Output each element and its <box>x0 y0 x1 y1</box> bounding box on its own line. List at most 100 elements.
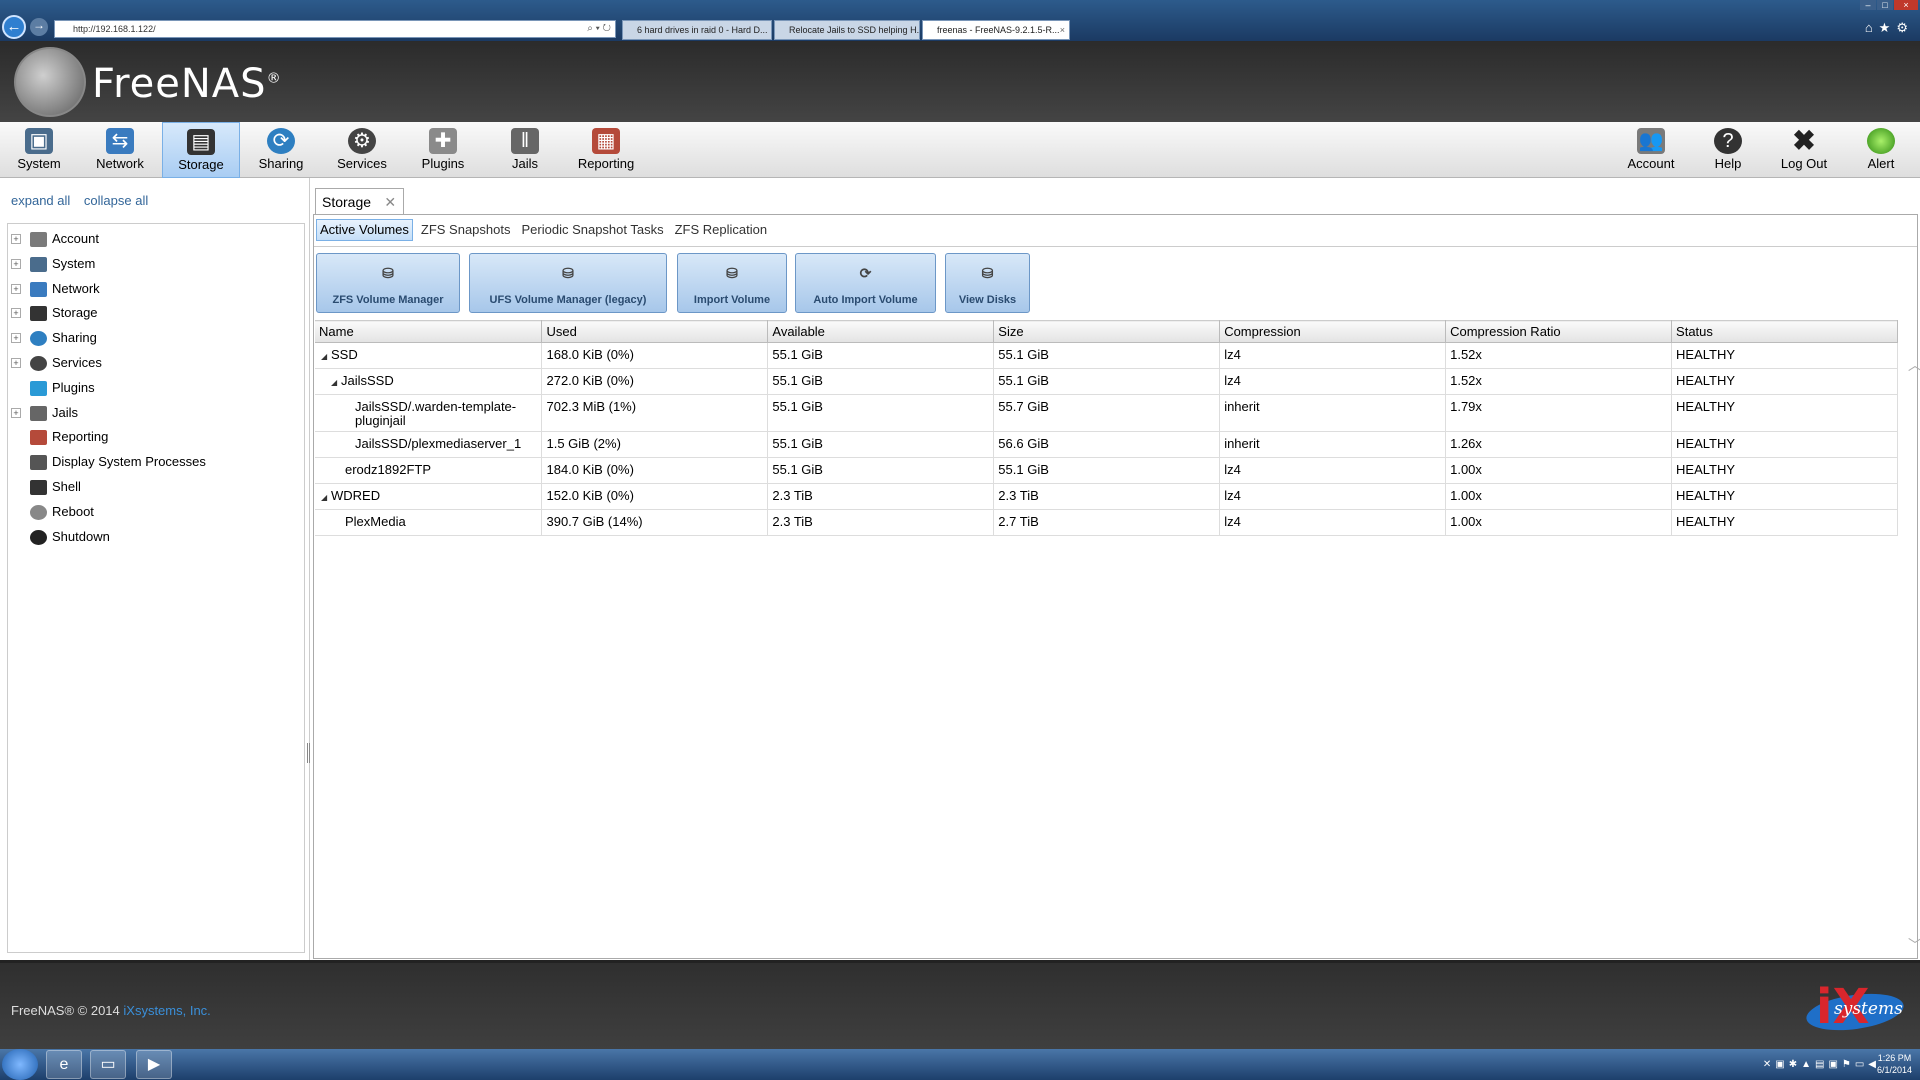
forward-button[interactable]: → <box>30 18 48 36</box>
tree-item-account[interactable]: + Account <box>8 228 304 253</box>
tree-item-plugins[interactable]: Plugins <box>8 377 304 402</box>
toolbar-network[interactable]: ⇆ Network <box>88 122 152 178</box>
cell-ratio: 1.52x <box>1445 368 1673 395</box>
browser-tab-1[interactable]: 6 hard drives in raid 0 - Hard D... <box>622 20 772 40</box>
column-header-status[interactable]: Status <box>1671 320 1898 343</box>
media-player-icon[interactable]: ▶ <box>136 1050 172 1079</box>
address-bar[interactable]: http://192.168.1.122/ ⌕ ▾ ↻ <box>54 20 616 38</box>
browser-tab-label: Relocate Jails to SSD helping H... <box>789 25 920 35</box>
tab-storage[interactable]: Storage ✕ <box>315 188 405 215</box>
tree-item-display-system-processes[interactable]: Display System Processes <box>8 451 304 476</box>
expand-icon[interactable]: + <box>11 283 21 294</box>
zfs-volume-manager-button[interactable]: ⛁ ZFS Volume Manager <box>316 253 460 313</box>
subtab-periodic-snapshot-tasks[interactable]: Periodic Snapshot Tasks <box>518 220 666 242</box>
table-row[interactable]: erodz1892FTP 184.0 KiB (0%) 55.1 GiB 55.… <box>315 457 1898 484</box>
collapse-triangle-icon[interactable]: ◢ <box>331 376 341 390</box>
maximize-icon[interactable]: □ <box>1877 0 1893 10</box>
view-disks-button[interactable]: ⛁ View Disks <box>945 253 1030 313</box>
browser-chrome: ← → http://192.168.1.122/ ⌕ ▾ ↻ 6 hard d… <box>0 0 1920 41</box>
cell-status: HEALTHY <box>1671 509 1898 536</box>
browser-home-favorites-gear-icon[interactable]: ⌂★⚙ <box>1865 20 1914 36</box>
import-volume-button[interactable]: ⛁ Import Volume <box>677 253 787 313</box>
auto-import-volume-button[interactable]: ⟳ Auto Import Volume <box>795 253 936 313</box>
tree-item-storage[interactable]: + Storage <box>8 302 304 327</box>
toolbar-account[interactable]: 👥 Account <box>1620 122 1682 178</box>
cell-compression: lz4 <box>1219 509 1447 536</box>
back-button[interactable]: ← <box>2 15 26 39</box>
toolbar-services[interactable]: ⚙ Services <box>330 122 394 178</box>
tree-item-jails[interactable]: + Jails <box>8 402 304 427</box>
collapse-all-link[interactable]: collapse all <box>84 193 148 208</box>
toolbar-reporting[interactable]: ▦ Reporting <box>570 122 642 178</box>
toolbar-jails[interactable]: ‖ Jails <box>500 122 550 178</box>
expand-all-link[interactable]: expand all <box>11 193 70 208</box>
os-taskbar: e ▭ ▶ ✕▣✱▲▤▣⚑▭◀ 1:26 PM 6/1/2014 <box>0 1049 1920 1080</box>
ufs-volume-manager-button[interactable]: ⛁ UFS Volume Manager (legacy) <box>469 253 667 313</box>
internet-explorer-icon[interactable]: e <box>46 1050 82 1079</box>
tree-item-shell[interactable]: Shell <box>8 476 304 501</box>
table-row[interactable]: ◢ JailsSSD 272.0 KiB (0%) 55.1 GiB 55.1 G… <box>315 368 1898 395</box>
tree-item-system[interactable]: + System <box>8 253 304 278</box>
subtab-zfs-replication[interactable]: ZFS Replication <box>672 220 770 242</box>
tree-item-network[interactable]: + Network <box>8 278 304 303</box>
system-tray-icons[interactable]: ✕▣✱▲▤▣⚑▭◀ <box>1763 1059 1880 1070</box>
disk-search-icon: ⛁ <box>981 265 994 281</box>
toolbar-sharing[interactable]: ⟳ Sharing <box>250 122 312 178</box>
expand-icon[interactable]: + <box>11 258 21 269</box>
table-row[interactable]: ◢ WDRED 152.0 KiB (0%) 2.3 TiB 2.3 TiB lz… <box>315 483 1898 510</box>
browser-tab-2[interactable]: Relocate Jails to SSD helping H... <box>774 20 920 40</box>
reboot-icon <box>30 504 47 520</box>
column-header-name[interactable]: Name <box>315 320 543 343</box>
expand-icon[interactable]: + <box>11 357 21 368</box>
tree-item-services[interactable]: + Services <box>8 352 304 377</box>
expand-icon[interactable]: + <box>11 407 21 418</box>
expand-icon[interactable]: + <box>11 308 21 319</box>
table-row[interactable]: JailsSSD/.warden-template-pluginjail 702… <box>315 394 1898 432</box>
tree-item-reboot[interactable]: Reboot <box>8 501 304 526</box>
collapse-triangle-icon[interactable]: ◢ <box>321 491 331 505</box>
toolbar-label: Account <box>1627 156 1675 171</box>
toolbar-help[interactable]: ? Help <box>1704 122 1752 178</box>
minimize-icon[interactable]: – <box>1860 0 1876 10</box>
column-header-used[interactable]: Used <box>541 320 769 343</box>
cell-used: 390.7 GiB (14%) <box>541 509 769 536</box>
toolbar-alert[interactable]: Alert <box>1860 122 1902 178</box>
collapse-triangle-icon[interactable]: ◢ <box>321 350 331 364</box>
browser-tab-3[interactable]: freenas - FreeNAS-9.2.1.5-R... × <box>922 20 1070 40</box>
taskbar-clock[interactable]: 1:26 PM 6/1/2014 <box>1877 1052 1912 1076</box>
table-row[interactable]: ◢ SSD 168.0 KiB (0%) 55.1 GiB 55.1 GiB lz… <box>315 342 1898 369</box>
close-icon[interactable]: × <box>1060 21 1065 39</box>
subtab-zfs-snapshots[interactable]: ZFS Snapshots <box>418 220 514 242</box>
column-header-size[interactable]: Size <box>993 320 1221 343</box>
table-row[interactable]: PlexMedia 390.7 GiB (14%) 2.3 TiB 2.7 Ti… <box>315 509 1898 536</box>
column-header-compression-ratio[interactable]: Compression Ratio <box>1445 320 1673 343</box>
tab-label: Storage <box>322 194 372 210</box>
expand-icon[interactable]: + <box>11 234 21 244</box>
toolbar-logout[interactable]: ✖ Log Out <box>1772 122 1836 178</box>
table-row[interactable]: JailsSSD/plexmediaserver_1 1.5 GiB (2%) … <box>315 431 1898 458</box>
chevron-down-icon[interactable]: ﹀ <box>1907 935 1920 955</box>
subtab-active-volumes[interactable]: Active Volumes <box>316 219 413 241</box>
close-icon[interactable]: ✕ <box>384 189 396 215</box>
toolbar-storage[interactable]: ▤ Storage <box>162 122 240 178</box>
window-controls[interactable]: – □ × <box>1859 0 1918 10</box>
tree-item-sharing[interactable]: + Sharing <box>8 327 304 352</box>
column-header-compression[interactable]: Compression <box>1219 320 1447 343</box>
search-refresh-icon[interactable]: ⌕ ▾ ↻ <box>587 21 611 37</box>
column-header-available[interactable]: Available <box>767 320 995 343</box>
file-explorer-icon[interactable]: ▭ <box>90 1050 126 1079</box>
toolbar-plugins[interactable]: ✚ Plugins <box>412 122 474 178</box>
table-scrollbar[interactable]: ︿﹀ <box>1899 355 1920 955</box>
expand-icon[interactable]: + <box>11 333 21 344</box>
panel-splitter-handle[interactable] <box>307 743 310 763</box>
disk-add-icon: ⛁ <box>562 265 574 281</box>
company-link[interactable]: iXsystems, Inc. <box>123 1003 210 1018</box>
toolbar-system[interactable]: ▣ System <box>8 122 70 178</box>
close-window-icon[interactable]: × <box>1894 0 1918 10</box>
start-button-icon[interactable] <box>2 1049 38 1080</box>
tree-item-shutdown[interactable]: Shutdown <box>8 526 304 551</box>
logo-text: FreeNAS <box>92 61 267 107</box>
tree-item-reporting[interactable]: Reporting <box>8 426 304 451</box>
cell-name: JailsSSD/plexmediaserver_1 <box>315 431 543 458</box>
chevron-up-icon[interactable]: ︿ <box>1907 355 1920 375</box>
